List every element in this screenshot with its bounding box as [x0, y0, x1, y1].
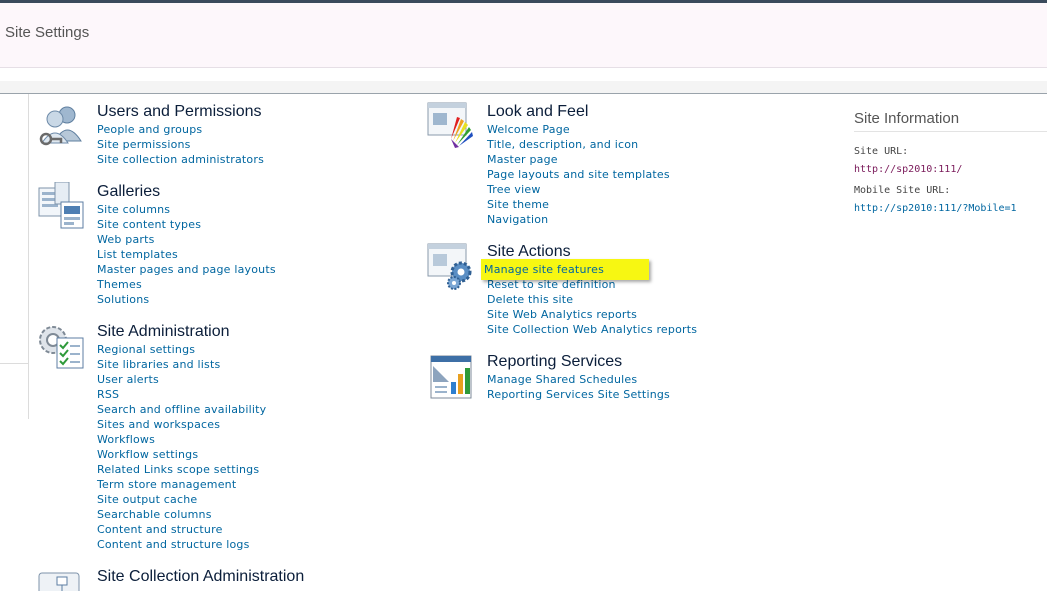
content-and-structure-logs-link[interactable]: Content and structure logs — [97, 538, 250, 551]
site-output-cache-link[interactable]: Site output cache — [97, 493, 197, 506]
site-collection-administration-heading: Site Collection Administration — [97, 568, 305, 585]
title-description-icon-link[interactable]: Title, description, and icon — [487, 138, 638, 151]
reporting-services-links: Manage Shared Schedules Reporting Servic… — [487, 371, 670, 401]
master-pages-link[interactable]: Master pages and page layouts — [97, 263, 276, 276]
look-and-feel-icon — [427, 101, 475, 149]
mobile-site-url-label: Mobile Site URL: — [854, 185, 951, 196]
site-web-analytics-link[interactable]: Site Web Analytics reports — [487, 308, 637, 321]
site-collection-web-analytics-link[interactable]: Site Collection Web Analytics reports — [487, 323, 697, 336]
users-permissions-heading: Users and Permissions — [97, 103, 262, 120]
content-and-structure-link[interactable]: Content and structure — [97, 523, 223, 536]
solutions-link[interactable]: Solutions — [97, 293, 149, 306]
sites-and-workspaces-link[interactable]: Sites and workspaces — [97, 418, 220, 431]
site-actions-icon — [427, 242, 475, 290]
related-links-scope-link[interactable]: Related Links scope settings — [97, 463, 259, 476]
regional-settings-link[interactable]: Regional settings — [97, 343, 195, 356]
left-nav-border — [28, 94, 29, 419]
site-content-types-link[interactable]: Site content types — [97, 218, 201, 231]
reporting-services-site-settings-link[interactable]: Reporting Services Site Settings — [487, 388, 670, 401]
workflow-settings-link[interactable]: Workflow settings — [97, 448, 198, 461]
site-columns-link[interactable]: Site columns — [97, 203, 170, 216]
page-title: Site Settings — [5, 24, 90, 41]
left-nav-divider — [0, 363, 28, 364]
mobile-site-url-link[interactable]: http://sp2010:111/?Mobile=1 — [854, 203, 1017, 214]
tree-view-link[interactable]: Tree view — [487, 183, 541, 196]
site-information-divider — [854, 131, 1047, 132]
site-information-heading: Site Information — [854, 110, 960, 127]
page-layouts-templates-link[interactable]: Page layouts and site templates — [487, 168, 670, 181]
look-and-feel-links: Welcome Page Title, description, and ico… — [487, 121, 670, 226]
galleries-links: Site columns Site content types Web part… — [97, 201, 276, 306]
themes-link[interactable]: Themes — [97, 278, 142, 291]
galleries-heading: Galleries — [97, 183, 161, 200]
site-url-link[interactable]: http://sp2010:111/ — [854, 164, 962, 175]
rss-link[interactable]: RSS — [97, 388, 119, 401]
site-administration-links: Regional settings Site libraries and lis… — [97, 341, 266, 551]
site-theme-link[interactable]: Site theme — [487, 198, 549, 211]
manage-shared-schedules-link[interactable]: Manage Shared Schedules — [487, 373, 637, 386]
title-bar: Site Settings — [0, 3, 1047, 68]
navigation-link[interactable]: Navigation — [487, 213, 548, 226]
site-url-label: Site URL: — [854, 146, 909, 157]
reporting-services-heading: Reporting Services — [487, 353, 623, 370]
users-permissions-links: People and groups Site permissions Site … — [97, 121, 264, 166]
workflows-link[interactable]: Workflows — [97, 433, 155, 446]
site-actions-links: Manage site features Reset to site defin… — [481, 259, 697, 336]
user-alerts-link[interactable]: User alerts — [97, 373, 159, 386]
site-libraries-and-lists-link[interactable]: Site libraries and lists — [97, 358, 220, 371]
galleries-icon — [37, 181, 85, 230]
searchable-columns-link[interactable]: Searchable columns — [97, 508, 212, 521]
master-page-link[interactable]: Master page — [487, 153, 558, 166]
site-administration-heading: Site Administration — [97, 323, 230, 340]
term-store-management-link[interactable]: Term store management — [97, 478, 236, 491]
web-parts-link[interactable]: Web parts — [97, 233, 155, 246]
list-templates-link[interactable]: List templates — [97, 248, 178, 261]
site-permissions-link[interactable]: Site permissions — [97, 138, 191, 151]
site-collection-administration-icon — [37, 567, 85, 591]
users-permissions-icon — [37, 103, 85, 151]
ribbon-band — [0, 81, 1047, 94]
welcome-page-link[interactable]: Welcome Page — [487, 123, 570, 136]
manage-site-features-link[interactable]: Manage site features — [481, 259, 649, 280]
reporting-services-icon — [427, 352, 475, 400]
people-and-groups-link[interactable]: People and groups — [97, 123, 202, 136]
look-and-feel-heading: Look and Feel — [487, 103, 589, 120]
delete-this-site-link[interactable]: Delete this site — [487, 293, 573, 306]
search-offline-link[interactable]: Search and offline availability — [97, 403, 266, 416]
site-administration-icon — [37, 322, 85, 370]
site-collection-administrators-link[interactable]: Site collection administrators — [97, 153, 264, 166]
